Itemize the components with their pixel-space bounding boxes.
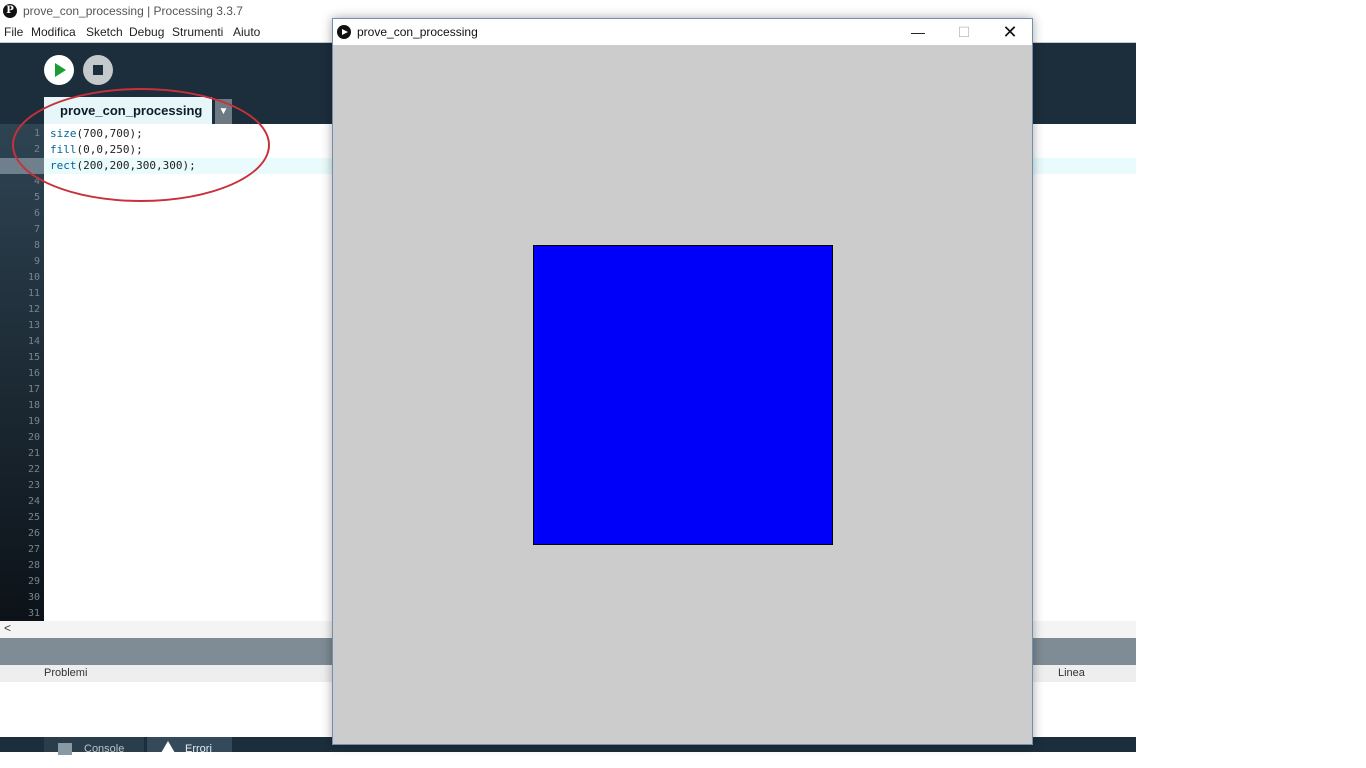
menu-file[interactable]: File bbox=[4, 25, 23, 39]
line-number: 8 bbox=[33, 240, 40, 251]
line-number: 28 bbox=[27, 560, 40, 571]
line-number: 31 bbox=[27, 608, 40, 619]
line-number: 5 bbox=[33, 192, 40, 203]
line-number: 15 bbox=[27, 352, 40, 363]
line-number: 20 bbox=[27, 432, 40, 443]
red-annotation-ellipse bbox=[12, 88, 270, 202]
sketch-window-title: prove_con_processing bbox=[357, 25, 478, 39]
line-number: 7 bbox=[33, 224, 40, 235]
column-line: Linea bbox=[1058, 667, 1085, 679]
menu-strumenti[interactable]: Strumenti bbox=[172, 25, 223, 39]
processing-logo-icon: P bbox=[3, 4, 17, 18]
sketch-titlebar: prove_con_processing — ☐ ✕ bbox=[333, 19, 1032, 45]
warning-icon bbox=[161, 741, 175, 753]
line-number: 19 bbox=[27, 416, 40, 427]
tab-console[interactable]: Console bbox=[44, 737, 144, 755]
sketch-window: prove_con_processing — ☐ ✕ bbox=[332, 18, 1033, 745]
line-number-gutter: 1234567891011121314151617181920212223242… bbox=[0, 124, 44, 621]
line-number: 16 bbox=[27, 368, 40, 379]
scroll-left-icon[interactable]: < bbox=[4, 621, 11, 635]
tab-console-label: Console bbox=[84, 743, 125, 755]
processing-play-icon bbox=[337, 25, 351, 39]
tab-errors-label: Errori bbox=[185, 743, 212, 755]
column-problems: Problemi bbox=[44, 667, 88, 679]
line-number: 21 bbox=[27, 448, 40, 459]
line-number: 29 bbox=[27, 576, 40, 587]
stop-button[interactable] bbox=[83, 55, 113, 85]
line-number: 26 bbox=[27, 528, 40, 539]
line-number: 18 bbox=[27, 400, 40, 411]
terminal-icon bbox=[58, 743, 72, 755]
tab-errors[interactable]: Errori bbox=[147, 737, 232, 755]
menu-sketch[interactable]: Sketch bbox=[86, 25, 123, 39]
maximize-button[interactable]: ☐ bbox=[941, 19, 987, 45]
line-number: 17 bbox=[27, 384, 40, 395]
menu-modifica[interactable]: Modifica bbox=[31, 25, 76, 39]
menu-aiuto[interactable]: Aiuto bbox=[233, 25, 260, 39]
line-number: 13 bbox=[27, 320, 40, 331]
line-number: 30 bbox=[27, 592, 40, 603]
line-number: 24 bbox=[27, 496, 40, 507]
line-number: 9 bbox=[33, 256, 40, 267]
line-number: 14 bbox=[27, 336, 40, 347]
close-button[interactable]: ✕ bbox=[987, 19, 1033, 45]
line-number: 22 bbox=[27, 464, 40, 475]
menu-debug[interactable]: Debug bbox=[129, 25, 164, 39]
stop-icon bbox=[93, 65, 103, 75]
minimize-button[interactable]: — bbox=[895, 19, 941, 45]
blue-rectangle bbox=[532, 244, 834, 546]
line-number: 10 bbox=[27, 272, 40, 283]
line-number: 6 bbox=[33, 208, 40, 219]
line-number: 25 bbox=[27, 512, 40, 523]
line-number: 11 bbox=[27, 288, 40, 299]
line-number: 23 bbox=[27, 480, 40, 491]
line-number: 27 bbox=[27, 544, 40, 555]
ide-window-title: prove_con_processing | Processing 3.3.7 bbox=[23, 4, 243, 18]
run-button[interactable] bbox=[44, 55, 74, 85]
play-icon bbox=[55, 63, 66, 77]
line-number: 12 bbox=[27, 304, 40, 315]
sketch-canvas[interactable] bbox=[333, 45, 1032, 744]
